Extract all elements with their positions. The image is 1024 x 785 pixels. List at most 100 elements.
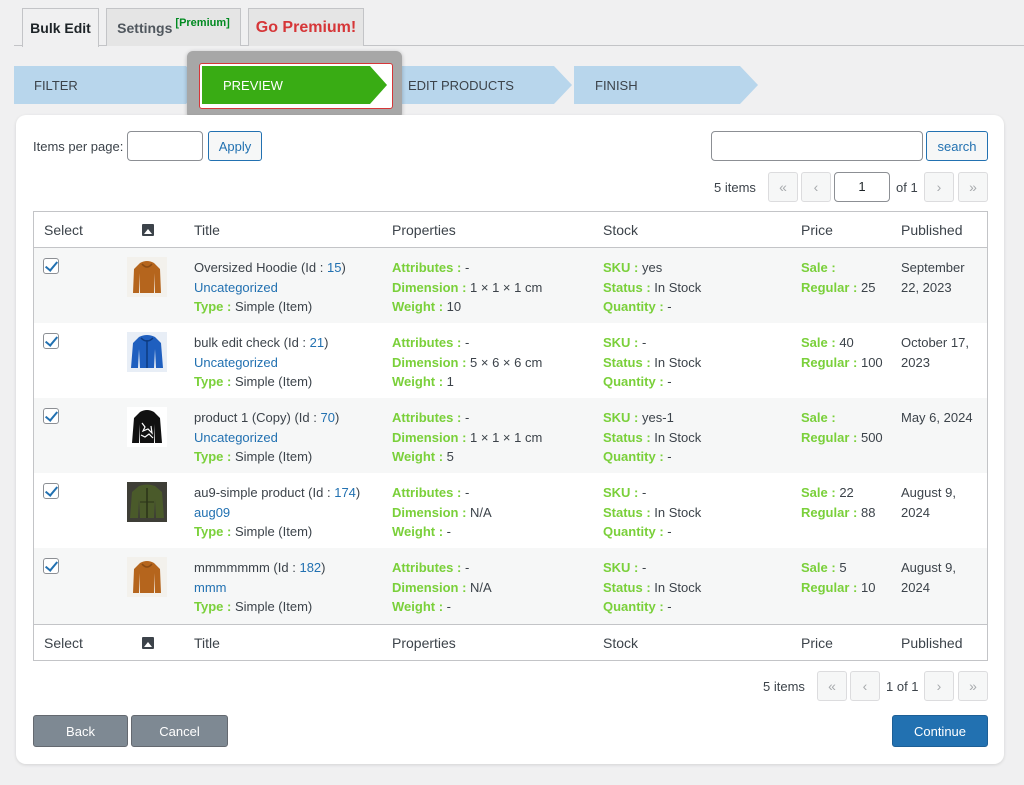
title-cell: product 1 (Copy) (Id : 70) Uncategorized… — [194, 410, 340, 464]
image-column-icon — [142, 637, 154, 649]
tab-settings[interactable]: Settings [Premium] — [106, 8, 241, 46]
column-title[interactable]: Title — [194, 635, 220, 651]
bottom-first-page-button[interactable]: « — [817, 671, 847, 701]
product-thumbnail[interactable] — [127, 482, 167, 522]
published-cell: October 17, 2023 — [901, 333, 969, 372]
type-value: Simple (Item) — [234, 299, 313, 314]
table-row: Oversized Hoodie (Id : 15) Uncategorized… — [34, 248, 987, 323]
apply-button-label: Apply — [218, 138, 252, 154]
product-thumbnail[interactable] — [127, 257, 167, 297]
back-button[interactable]: Back — [33, 715, 128, 747]
bottom-next-page-button[interactable]: › — [924, 671, 954, 701]
column-properties: Properties — [392, 222, 456, 238]
attributes-value: - — [464, 410, 470, 425]
row-select-checkbox[interactable] — [43, 558, 59, 574]
category-link[interactable]: Uncategorized — [194, 355, 278, 370]
top-prev-page-button[interactable]: ‹ — [801, 172, 831, 202]
column-published[interactable]: Published — [901, 222, 963, 238]
row-select-checkbox[interactable] — [43, 483, 59, 499]
step-preview-label: PREVIEW — [223, 77, 283, 93]
tab-bar: Bulk Edit Settings [Premium] Go Premium! — [0, 0, 1024, 47]
top-next-page-button[interactable]: › — [924, 172, 954, 202]
column-select: Select — [44, 222, 83, 238]
tab-go-premium[interactable]: Go Premium! — [248, 8, 364, 46]
regular-value: 100 — [860, 354, 883, 370]
step-preview: PREVIEW — [202, 66, 370, 104]
product-name: mmmmmmm — [194, 560, 270, 575]
attributes-label: Attributes : — [392, 560, 462, 575]
product-id-link[interactable]: 21 — [310, 335, 324, 350]
sku-value: - — [642, 560, 647, 575]
product-id-link[interactable]: 70 — [320, 410, 334, 425]
published-line-1: September — [901, 260, 965, 275]
tab-bulk-edit[interactable]: Bulk Edit — [22, 8, 99, 47]
sku-value: - — [642, 485, 647, 500]
cancel-button[interactable]: Cancel — [131, 715, 228, 747]
regular-label: Regular : — [801, 279, 858, 295]
product-thumbnail[interactable] — [127, 557, 167, 597]
column-published[interactable]: Published — [901, 635, 963, 651]
table-row: product 1 (Copy) (Id : 70) Uncategorized… — [34, 398, 987, 473]
regular-label: Regular : — [801, 504, 858, 520]
top-first-page-button[interactable]: « — [768, 172, 798, 202]
product-name: Oversized Hoodie — [194, 260, 298, 275]
price-cell: Sale : Regular : 25 — [801, 258, 875, 297]
status-value: In Stock — [654, 579, 702, 595]
title-cell: mmmmmmm (Id : 182) mmm Type : Simple (It… — [194, 560, 326, 614]
published-cell: May 6, 2024 — [901, 408, 973, 428]
published-line-1: May 6, 2024 — [901, 410, 973, 425]
continue-button[interactable]: Continue — [892, 715, 988, 747]
price-cell: Sale : 40 Regular : 100 — [801, 333, 883, 372]
bottom-prev-page-button[interactable]: ‹ — [850, 671, 880, 701]
column-price[interactable]: Price — [801, 222, 833, 238]
product-id-link[interactable]: 15 — [327, 260, 341, 275]
product-id-link[interactable]: 182 — [299, 560, 321, 575]
step-finish-label: FINISH — [595, 77, 638, 93]
column-title[interactable]: Title — [194, 222, 220, 238]
step-filter: FILTER — [14, 66, 186, 104]
row-select-checkbox[interactable] — [43, 408, 59, 424]
column-select: Select — [44, 635, 83, 651]
weight-value: 10 — [446, 299, 462, 314]
search-button[interactable]: search — [926, 131, 988, 161]
price-cell: Sale : 5 Regular : 10 — [801, 558, 875, 597]
regular-value: 25 — [860, 279, 876, 295]
back-button-label: Back — [66, 723, 95, 739]
row-select-checkbox[interactable] — [43, 333, 59, 349]
preview-card: Items per page: Apply search 5 items « ‹… — [16, 115, 1004, 764]
type-label: Type : — [194, 524, 232, 539]
category-link[interactable]: Uncategorized — [194, 430, 278, 445]
apply-button[interactable]: Apply — [208, 131, 262, 161]
sku-value: yes-1 — [642, 410, 674, 425]
row-select-checkbox[interactable] — [43, 258, 59, 274]
category-link[interactable]: mmm — [194, 580, 227, 595]
stock-cell: SKU : - Status : In Stock Quantity : - — [603, 558, 701, 617]
top-last-page-button[interactable]: » — [958, 172, 988, 202]
current-page-value: 1 — [858, 179, 866, 194]
category-link[interactable]: Uncategorized — [194, 280, 278, 295]
status-label: Status : — [603, 429, 651, 445]
top-items-count: 5 items — [714, 180, 756, 195]
items-per-page-input[interactable] — [127, 131, 203, 161]
product-name: au9-simple product — [194, 485, 305, 500]
product-thumbnail[interactable] — [127, 332, 167, 372]
published-line-1: August 9, — [901, 560, 956, 575]
category-link[interactable]: aug09 — [194, 505, 230, 520]
type-value: Simple (Item) — [234, 374, 313, 389]
dimension-label: Dimension : — [392, 504, 467, 520]
sku-label: SKU : — [603, 410, 639, 425]
image-column-icon — [142, 224, 154, 236]
bottom-last-page-button[interactable]: » — [958, 671, 988, 701]
current-page-input[interactable]: 1 — [834, 172, 890, 202]
type-label: Type : — [194, 449, 232, 464]
search-input[interactable] — [711, 131, 923, 161]
weight-label: Weight : — [392, 524, 444, 539]
column-price[interactable]: Price — [801, 635, 833, 651]
table-row: au9-simple product (Id : 174) aug09 Type… — [34, 473, 987, 548]
product-thumbnail[interactable] — [127, 407, 167, 447]
table-row: mmmmmmm (Id : 182) mmm Type : Simple (It… — [34, 548, 987, 624]
dimension-label: Dimension : — [392, 579, 467, 595]
product-id-link[interactable]: 174 — [334, 485, 356, 500]
properties-cell: Attributes : - Dimension : 1 × 1 × 1 cm … — [392, 258, 542, 317]
table-footer: Select Title Properties Stock Price Publ… — [34, 624, 987, 660]
